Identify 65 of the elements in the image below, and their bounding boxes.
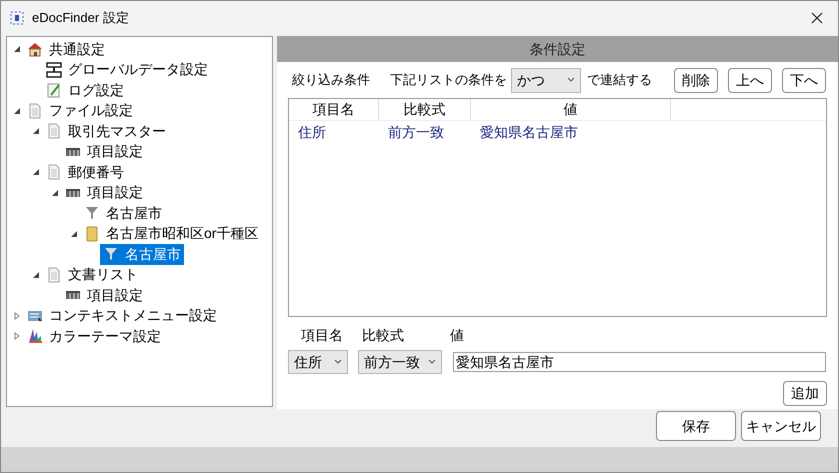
notepad-pencil-icon — [46, 82, 62, 98]
expanded-arrow-icon[interactable] — [32, 270, 40, 279]
expanded-arrow-icon[interactable] — [70, 230, 78, 238]
join-suffix-label: で連結する — [587, 71, 652, 90]
document-icon — [46, 164, 62, 180]
panel-header: 条件設定 — [277, 36, 838, 62]
server-icon — [46, 62, 62, 78]
dropdown[interactable]: かつ — [511, 68, 581, 92]
expanded-arrow-icon[interactable] — [51, 188, 59, 197]
filter-label: 絞り込み条件 — [292, 71, 370, 90]
tree-item[interactable]: 項目設定 — [62, 182, 146, 204]
list-action-button[interactable]: 削除 — [674, 68, 718, 92]
tree-item[interactable]: 名古屋市昭和区or千種区 — [81, 223, 262, 244]
document-icon — [46, 123, 62, 140]
collapsed-arrow-icon[interactable] — [13, 312, 21, 320]
funnel-icon — [103, 246, 119, 262]
tree-item[interactable]: 郵便番号 — [43, 162, 127, 183]
tree-item[interactable]: 取引先マスター — [43, 120, 169, 142]
field-label: 値 — [450, 326, 464, 345]
tree-item[interactable]: コンテキストメニュー設定 — [24, 305, 220, 326]
table-cell: 愛知県名古屋市 — [480, 124, 578, 140]
tree-item[interactable]: 項目設定 — [62, 141, 146, 162]
app-logo-icon — [10, 10, 24, 24]
document-icon — [27, 102, 43, 119]
collapsed-arrow-icon[interactable] — [13, 332, 21, 340]
document-icon — [46, 266, 62, 283]
column-header: 比較式 — [379, 99, 471, 120]
tree-item[interactable]: 項目設定 — [62, 284, 146, 306]
house-icon — [27, 41, 43, 58]
field-label: 項目名 — [300, 326, 344, 345]
tree-item[interactable]: ログ設定 — [43, 80, 127, 101]
table-row[interactable]: 住所 前方一致 愛知県名古屋市 — [289, 121, 826, 143]
color-palette-icon — [27, 328, 43, 344]
add-button[interactable]: 追加 — [783, 381, 827, 406]
join-label: 下記リストの条件を — [390, 71, 507, 90]
tree-item[interactable]: カラーテーマ設定 — [24, 326, 164, 347]
column-header: 値 — [471, 99, 671, 120]
tree-item[interactable]: 文書リスト — [43, 264, 141, 286]
list-action-button[interactable]: 上へ — [728, 68, 772, 92]
chevron-down-icon — [428, 359, 436, 365]
field-label: 比較式 — [362, 326, 405, 345]
tree-item[interactable]: 共通設定 — [24, 38, 108, 60]
footer-button[interactable]: 保存 — [656, 411, 736, 441]
table-cell: 住所 — [298, 124, 326, 140]
dropdown[interactable]: 前方一致 — [358, 350, 442, 374]
table-cell: 前方一致 — [388, 124, 444, 140]
expanded-arrow-icon[interactable] — [32, 168, 40, 176]
expanded-arrow-icon[interactable] — [32, 127, 40, 136]
chevron-down-icon — [567, 77, 575, 83]
footer-button[interactable]: キャンセル — [741, 411, 821, 441]
dropdown[interactable]: 住所 — [288, 350, 348, 374]
tree-item[interactable]: ファイル設定 — [24, 100, 136, 122]
chevron-down-icon — [334, 359, 342, 365]
expanded-arrow-icon[interactable] — [13, 106, 21, 115]
value-input[interactable]: 愛知県名古屋市 — [453, 352, 826, 372]
expanded-arrow-icon[interactable] — [13, 45, 21, 54]
tree-item[interactable]: 名古屋市 — [81, 202, 165, 224]
tree-item[interactable]: グローバルデータ設定 — [43, 59, 211, 80]
close-icon[interactable] — [811, 12, 823, 24]
tree-item[interactable]: 名古屋市 — [100, 244, 184, 265]
funnel-icon — [84, 205, 100, 222]
folder-icon — [84, 226, 100, 242]
column-header: 項目名 — [289, 99, 379, 120]
window-title: eDocFinder 設定 — [32, 8, 129, 27]
list-action-button[interactable]: 下へ — [782, 68, 826, 92]
